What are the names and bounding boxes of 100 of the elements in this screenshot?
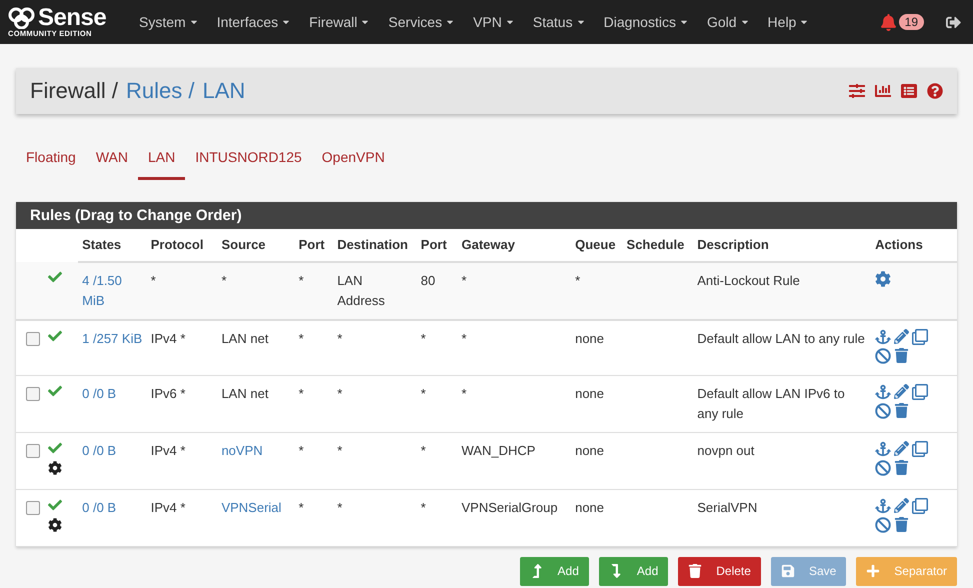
gear-icon — [48, 460, 62, 474]
table-cell: 80 — [420, 273, 436, 288]
menu-item[interactable]: Help — [758, 14, 818, 30]
plus-icon — [866, 564, 880, 578]
source-link[interactable]: VPNSerial — [221, 500, 282, 514]
table-cell: * — [298, 386, 304, 400]
table-cell: Default allow LAN to any rule — [697, 331, 865, 346]
trash-icon[interactable] — [894, 460, 910, 476]
tab[interactable]: OpenVPN — [312, 141, 395, 180]
anchor-icon[interactable] — [875, 384, 892, 400]
menu-item[interactable]: System — [130, 14, 208, 30]
anchor-icon[interactable] — [875, 329, 892, 345]
bar-chart-icon[interactable] — [875, 83, 891, 99]
source-link[interactable]: noVPN — [221, 442, 263, 458]
menu-item[interactable]: Firewall — [300, 14, 380, 30]
states-link[interactable]: 0 /0 B — [82, 440, 143, 460]
disable-icon[interactable] — [875, 516, 892, 532]
arrow-up-icon — [530, 564, 544, 578]
copy-icon[interactable] — [912, 440, 928, 456]
table-cell: * — [298, 273, 304, 288]
table-cell: * — [462, 386, 467, 400]
logo-name: Sense — [38, 6, 106, 28]
menu-item[interactable]: Interfaces — [208, 14, 300, 30]
disable-icon[interactable] — [875, 348, 892, 364]
list-icon[interactable] — [901, 83, 917, 99]
logout-icon[interactable] — [946, 14, 961, 30]
states-link[interactable]: 1 /257 KiB — [82, 329, 143, 349]
sliders-icon[interactable] — [849, 83, 865, 99]
table-cell: LAN net — [221, 331, 268, 346]
bell-icon[interactable] — [880, 14, 897, 30]
trash-icon[interactable] — [894, 348, 910, 364]
tab[interactable]: Floating — [16, 141, 86, 180]
table-cell: * — [298, 442, 304, 458]
table-cell: none — [575, 500, 604, 514]
table-cell: * — [298, 500, 304, 514]
arrow-down-icon — [608, 564, 623, 578]
menu-item[interactable]: VPN — [464, 14, 524, 30]
panel-title: Rules (Drag to Change Order) — [16, 202, 957, 229]
row-checkbox[interactable] — [26, 386, 40, 400]
anchor-icon[interactable] — [875, 440, 892, 456]
tab[interactable]: INTUSNORD125 — [185, 141, 312, 180]
pass-icon — [48, 498, 62, 512]
table-cell: IPv4 * — [150, 331, 186, 346]
copy-icon[interactable] — [912, 329, 928, 345]
table-cell: * — [337, 386, 342, 400]
pencil-icon[interactable] — [894, 384, 910, 400]
table-cell: * — [462, 273, 467, 288]
logo-icon — [8, 6, 36, 28]
breadcrumb-link[interactable]: Rules / — [126, 78, 194, 104]
table-cell: Anti-Lockout Rule — [697, 273, 800, 288]
trash-icon[interactable] — [894, 516, 910, 532]
add-top-button[interactable]: Add — [520, 556, 589, 586]
table-cell: * — [462, 331, 467, 346]
table-cell: * — [337, 331, 342, 346]
breadcrumb-link[interactable]: LAN — [202, 78, 246, 104]
table-cell: novpn out — [697, 442, 754, 458]
menu-item[interactable]: Gold — [698, 14, 759, 30]
breadcrumb-text: Firewall / — [30, 78, 118, 104]
anchor-icon[interactable] — [875, 498, 892, 514]
menu-item[interactable]: Services — [379, 14, 464, 30]
menu-item[interactable]: Status — [524, 14, 595, 30]
copy-icon[interactable] — [912, 498, 928, 514]
row-checkbox[interactable] — [26, 332, 40, 346]
table-cell: IPv4 * — [150, 442, 186, 458]
copy-icon[interactable] — [912, 384, 928, 400]
table-cell: none — [575, 442, 604, 458]
floppy-icon — [780, 564, 795, 578]
gear-icon — [48, 518, 62, 532]
pencil-icon[interactable] — [894, 440, 910, 456]
delete-button[interactable]: Delete — [678, 556, 761, 586]
table-cell: IPv4 * — [150, 500, 186, 514]
tab[interactable]: WAN — [86, 141, 138, 180]
table-cell: * — [420, 386, 426, 400]
disable-icon[interactable] — [875, 402, 892, 418]
table-cell: none — [575, 331, 604, 346]
add-bottom-button[interactable]: Add — [598, 556, 668, 586]
menu-item[interactable]: Diagnostics — [594, 14, 698, 30]
pass-icon — [48, 270, 62, 284]
table-cell: * — [337, 500, 342, 514]
disable-icon[interactable] — [875, 460, 892, 476]
pass-icon — [48, 440, 62, 454]
states-link[interactable]: 4 /1.50 MiB — [82, 271, 143, 311]
table-cell: * — [337, 442, 342, 458]
table-cell: WAN_DHCP — [462, 442, 536, 458]
table-cell: IPv6 * — [150, 386, 186, 400]
table-cell: LAN net — [221, 386, 268, 400]
trash-icon — [688, 564, 702, 578]
states-link[interactable]: 0 /0 B — [82, 384, 143, 404]
states-link[interactable]: 0 /0 B — [82, 498, 143, 518]
trash-icon[interactable] — [894, 402, 910, 418]
pencil-icon[interactable] — [894, 329, 910, 345]
notification-count: 19 — [898, 14, 924, 30]
settings-icon[interactable] — [875, 271, 892, 287]
tab[interactable]: LAN — [138, 141, 186, 180]
row-checkbox[interactable] — [26, 444, 40, 458]
pencil-icon[interactable] — [894, 498, 910, 514]
pass-icon — [48, 329, 62, 343]
row-checkbox[interactable] — [26, 500, 40, 514]
help-icon[interactable] — [927, 83, 943, 99]
table-cell: SerialVPN — [697, 500, 758, 514]
